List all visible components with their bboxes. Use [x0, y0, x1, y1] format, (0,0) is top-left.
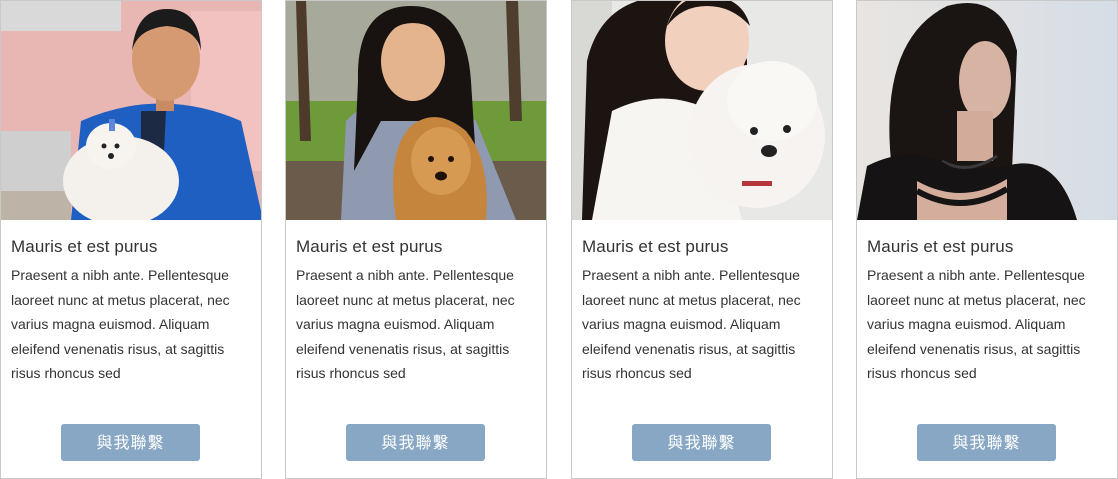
profile-card-1: Mauris et est purus Praesent a nibh ante…	[0, 0, 262, 479]
profile-card-3: Mauris et est purus Praesent a nibh ante…	[571, 0, 833, 479]
profile-card-2: Mauris et est purus Praesent a nibh ante…	[285, 0, 547, 479]
contact-button[interactable]: 與我聯繫	[346, 424, 485, 461]
card-description: Praesent a nibh ante. Pellentesque laore…	[11, 267, 230, 381]
contact-button[interactable]: 與我聯繫	[917, 424, 1056, 461]
contact-button[interactable]: 與我聯繫	[61, 424, 200, 461]
card-description: Praesent a nibh ante. Pellentesque laore…	[867, 267, 1086, 381]
card-description: Praesent a nibh ante. Pellentesque laore…	[582, 267, 801, 381]
profile-card-list: Mauris et est purus Praesent a nibh ante…	[0, 0, 1118, 479]
card-title: Mauris et est purus	[867, 237, 1014, 256]
profile-photo-man-with-maltese	[1, 1, 261, 220]
profile-photo-woman-with-golden-retriever	[286, 1, 546, 220]
profile-photo-woman-portrait	[857, 1, 1117, 220]
contact-button[interactable]: 與我聯繫	[632, 424, 771, 461]
card-title: Mauris et est purus	[582, 237, 729, 256]
card-description: Praesent a nibh ante. Pellentesque laore…	[296, 267, 515, 381]
card-title: Mauris et est purus	[11, 237, 158, 256]
card-title: Mauris et est purus	[296, 237, 443, 256]
profile-card-4: Mauris et est purus Praesent a nibh ante…	[856, 0, 1118, 479]
profile-photo-woman-with-poodle	[572, 1, 832, 220]
